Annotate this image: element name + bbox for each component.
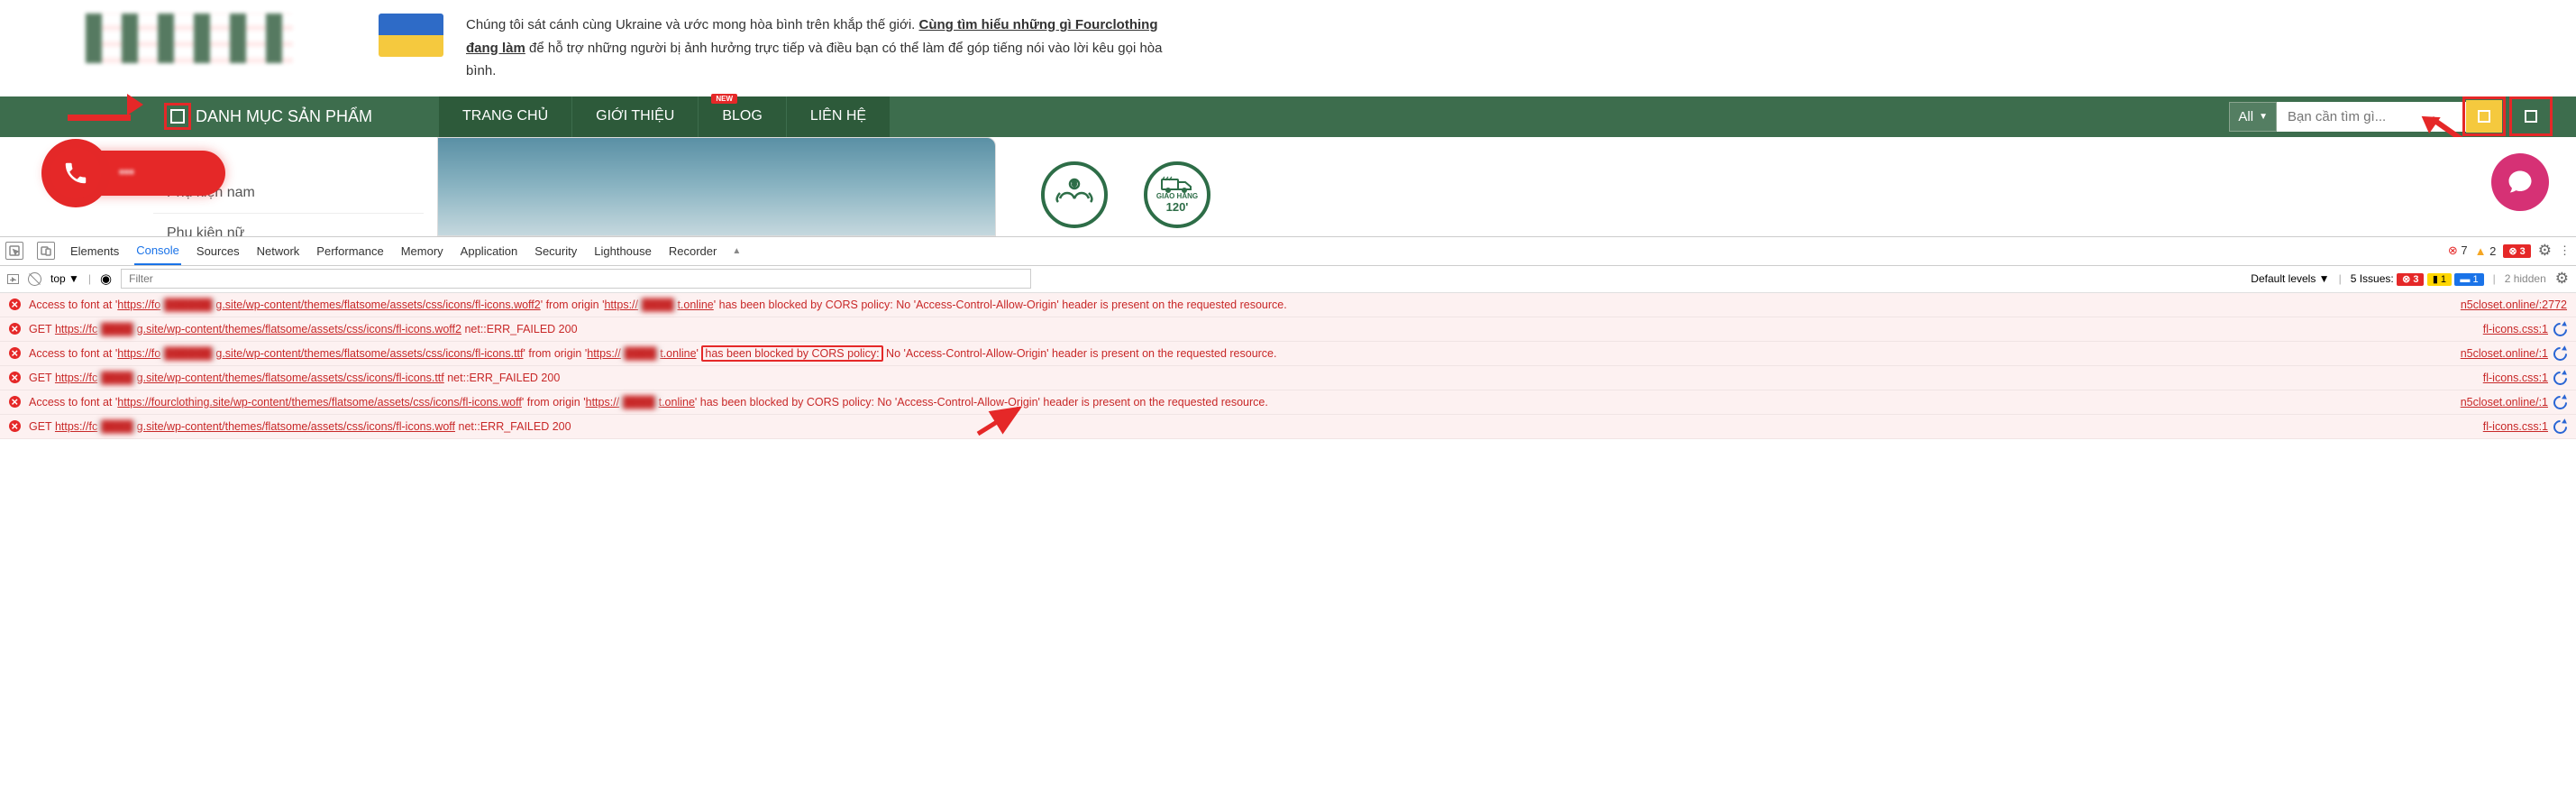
ukraine-flag-icon [379, 14, 443, 57]
console-settings-icon[interactable]: ⚙ [2555, 270, 2569, 288]
console-log-row[interactable]: GET https://fc████g.site/wp-content/them… [0, 317, 2576, 342]
log-message: GET https://fc████g.site/wp-content/them… [29, 418, 2465, 436]
page-content: ••• Phụ kiện nam Phụ kiện nữ $ GIAO HÀNG… [0, 137, 2576, 236]
log-message: GET https://fc████g.site/wp-content/them… [29, 320, 2465, 338]
sidebar-item-women[interactable]: Phụ kiện nữ [153, 214, 424, 236]
logo-area [0, 14, 379, 63]
log-source-link[interactable]: n5closet.online/:1 [2443, 393, 2567, 411]
log-message: GET https://fc████g.site/wp-content/them… [29, 369, 2465, 387]
nav-item-home[interactable]: TRANG CHỦ [439, 96, 571, 137]
search-area: All ▼ [2229, 100, 2549, 133]
error-icon [9, 395, 23, 413]
hero-banner-image [437, 137, 996, 236]
badge-money: $ [1041, 161, 1108, 228]
hidden-count[interactable]: 2 hidden [2505, 272, 2546, 285]
phone-number-masked: ••• [119, 165, 134, 181]
reload-icon [2551, 344, 2570, 363]
tab-elements[interactable]: Elements [69, 237, 121, 265]
badge-delivery: GIAO HÀNG 120' [1144, 161, 1210, 228]
annotation-arrow-left [68, 99, 131, 133]
banner-text: Chúng tôi sát cánh cùng Ukraine và ước m… [466, 14, 1169, 83]
nav-category-menu[interactable]: DANH MỤC SẢN PHẨM [158, 107, 385, 126]
log-source-link[interactable]: n5closet.online/:2772 [2443, 296, 2567, 314]
console-log-row[interactable]: Access to font at 'https://fo██████g.sit… [0, 293, 2576, 317]
nav-item-blog[interactable]: BLOG [699, 96, 785, 137]
error-icon [9, 322, 23, 340]
tab-performance[interactable]: Performance [315, 237, 385, 265]
banner-prefix: Chúng tôi sát cánh cùng Ukraine và ước m… [466, 17, 919, 32]
log-source-link[interactable]: fl-icons.css:1 [2465, 320, 2567, 338]
error-icon [9, 419, 23, 437]
cart-icon [2525, 110, 2537, 123]
console-log-row[interactable]: GET https://fc████g.site/wp-content/them… [0, 366, 2576, 390]
console-log-row[interactable]: Access to font at 'https://fourclothing.… [0, 390, 2576, 415]
cart-button[interactable] [2513, 100, 2549, 133]
tab-lighthouse[interactable]: Lighthouse [592, 237, 653, 265]
reload-icon [2551, 369, 2570, 388]
chat-icon [2507, 169, 2534, 196]
tab-sources[interactable]: Sources [195, 237, 242, 265]
reload-icon [2551, 320, 2570, 339]
console-toolbar: top ▼ | ◉ Default levels ▼ | 5 Issues: ⊗… [0, 266, 2576, 293]
error-icon [9, 298, 23, 316]
issues-summary[interactable]: 5 Issues: ⊗ 3 ▮ 1 ▬ 1 [2351, 272, 2484, 285]
devtools-tabs: Elements Console Sources Network Perform… [0, 237, 2576, 266]
nav-category-label: DANH MỤC SẢN PHẨM [196, 107, 372, 126]
console-log-row[interactable]: Access to font at 'https://fo██████g.sit… [0, 342, 2576, 366]
log-message: Access to font at 'https://fourclothing.… [29, 393, 2443, 411]
inspect-icon[interactable] [5, 242, 23, 260]
toggle-sidebar-icon[interactable] [7, 274, 19, 284]
feature-badges: $ GIAO HÀNG 120' [1041, 137, 1210, 236]
reload-icon [2551, 418, 2570, 436]
levels-dropdown[interactable]: Default levels ▼ [2251, 272, 2329, 285]
error-icon [9, 346, 23, 364]
reload-icon [2551, 393, 2570, 412]
top-banner: Chúng tôi sát cánh cùng Ukraine và ước m… [0, 0, 2576, 96]
chat-button[interactable] [2491, 153, 2549, 211]
context-dropdown[interactable]: top ▼ [50, 272, 79, 285]
console-log-row[interactable]: GET https://fc████g.site/wp-content/them… [0, 415, 2576, 439]
console-filter-input[interactable] [121, 269, 1031, 289]
main-nav-bar: DANH MỤC SẢN PHẨM TRANG CHỦ GIỚI THIỆU B… [0, 96, 2576, 137]
device-toggle-icon[interactable] [37, 242, 55, 260]
log-source-link[interactable]: fl-icons.css:1 [2465, 418, 2567, 436]
hamburger-icon [170, 109, 185, 124]
log-source-link[interactable]: n5closet.online/:1 [2443, 344, 2567, 363]
tab-memory[interactable]: Memory [399, 237, 445, 265]
ukraine-banner: Chúng tôi sát cánh cùng Ukraine và ước m… [379, 14, 1223, 83]
error-count[interactable]: ⊗ 7 [2448, 243, 2468, 258]
console-log-list: Access to font at 'https://fo██████g.sit… [0, 293, 2576, 439]
more-icon[interactable]: ⋮ [2559, 243, 2571, 258]
recorder-preview-icon: ▲ [732, 246, 741, 256]
tab-security[interactable]: Security [533, 237, 579, 265]
tab-application[interactable]: Application [459, 237, 520, 265]
settings-icon[interactable]: ⚙ [2538, 242, 2552, 260]
extension-error-badge[interactable]: ⊗ 3 [2503, 244, 2530, 258]
devtools-right: ⊗ 7 ▲ 2 ⊗ 3 ⚙ ⋮ [2448, 242, 2571, 260]
tab-console[interactable]: Console [134, 237, 181, 265]
log-message: Access to font at 'https://fo██████g.sit… [29, 296, 2443, 314]
chevron-down-icon: ▼ [2259, 112, 2268, 122]
svg-text:$: $ [1073, 181, 1076, 188]
nav-item-about[interactable]: GIỚI THIỆU [572, 96, 698, 137]
log-message: Access to font at 'https://fo██████g.sit… [29, 344, 2443, 363]
banner-suffix: để hỗ trợ những người bị ảnh hưởng trực … [466, 41, 1162, 79]
clear-console-icon[interactable] [28, 272, 41, 286]
call-widget[interactable]: ••• [45, 151, 225, 196]
warning-count[interactable]: ▲ 2 [2475, 244, 2497, 258]
search-filter-dropdown[interactable]: All ▼ [2229, 102, 2277, 132]
phone-icon [41, 139, 110, 207]
error-icon [9, 371, 23, 389]
devtools-panel: Elements Console Sources Network Perform… [0, 236, 2576, 439]
log-source-link[interactable]: fl-icons.css:1 [2465, 369, 2567, 387]
nav-items: TRANG CHỦ GIỚI THIỆU BLOG LIÊN HỆ [439, 96, 891, 137]
tab-recorder[interactable]: Recorder [667, 237, 718, 265]
nav-item-contact[interactable]: LIÊN HỆ [787, 96, 890, 137]
tab-network[interactable]: Network [255, 237, 302, 265]
eye-icon[interactable]: ◉ [100, 271, 112, 287]
site-logo-blurred [86, 14, 293, 63]
